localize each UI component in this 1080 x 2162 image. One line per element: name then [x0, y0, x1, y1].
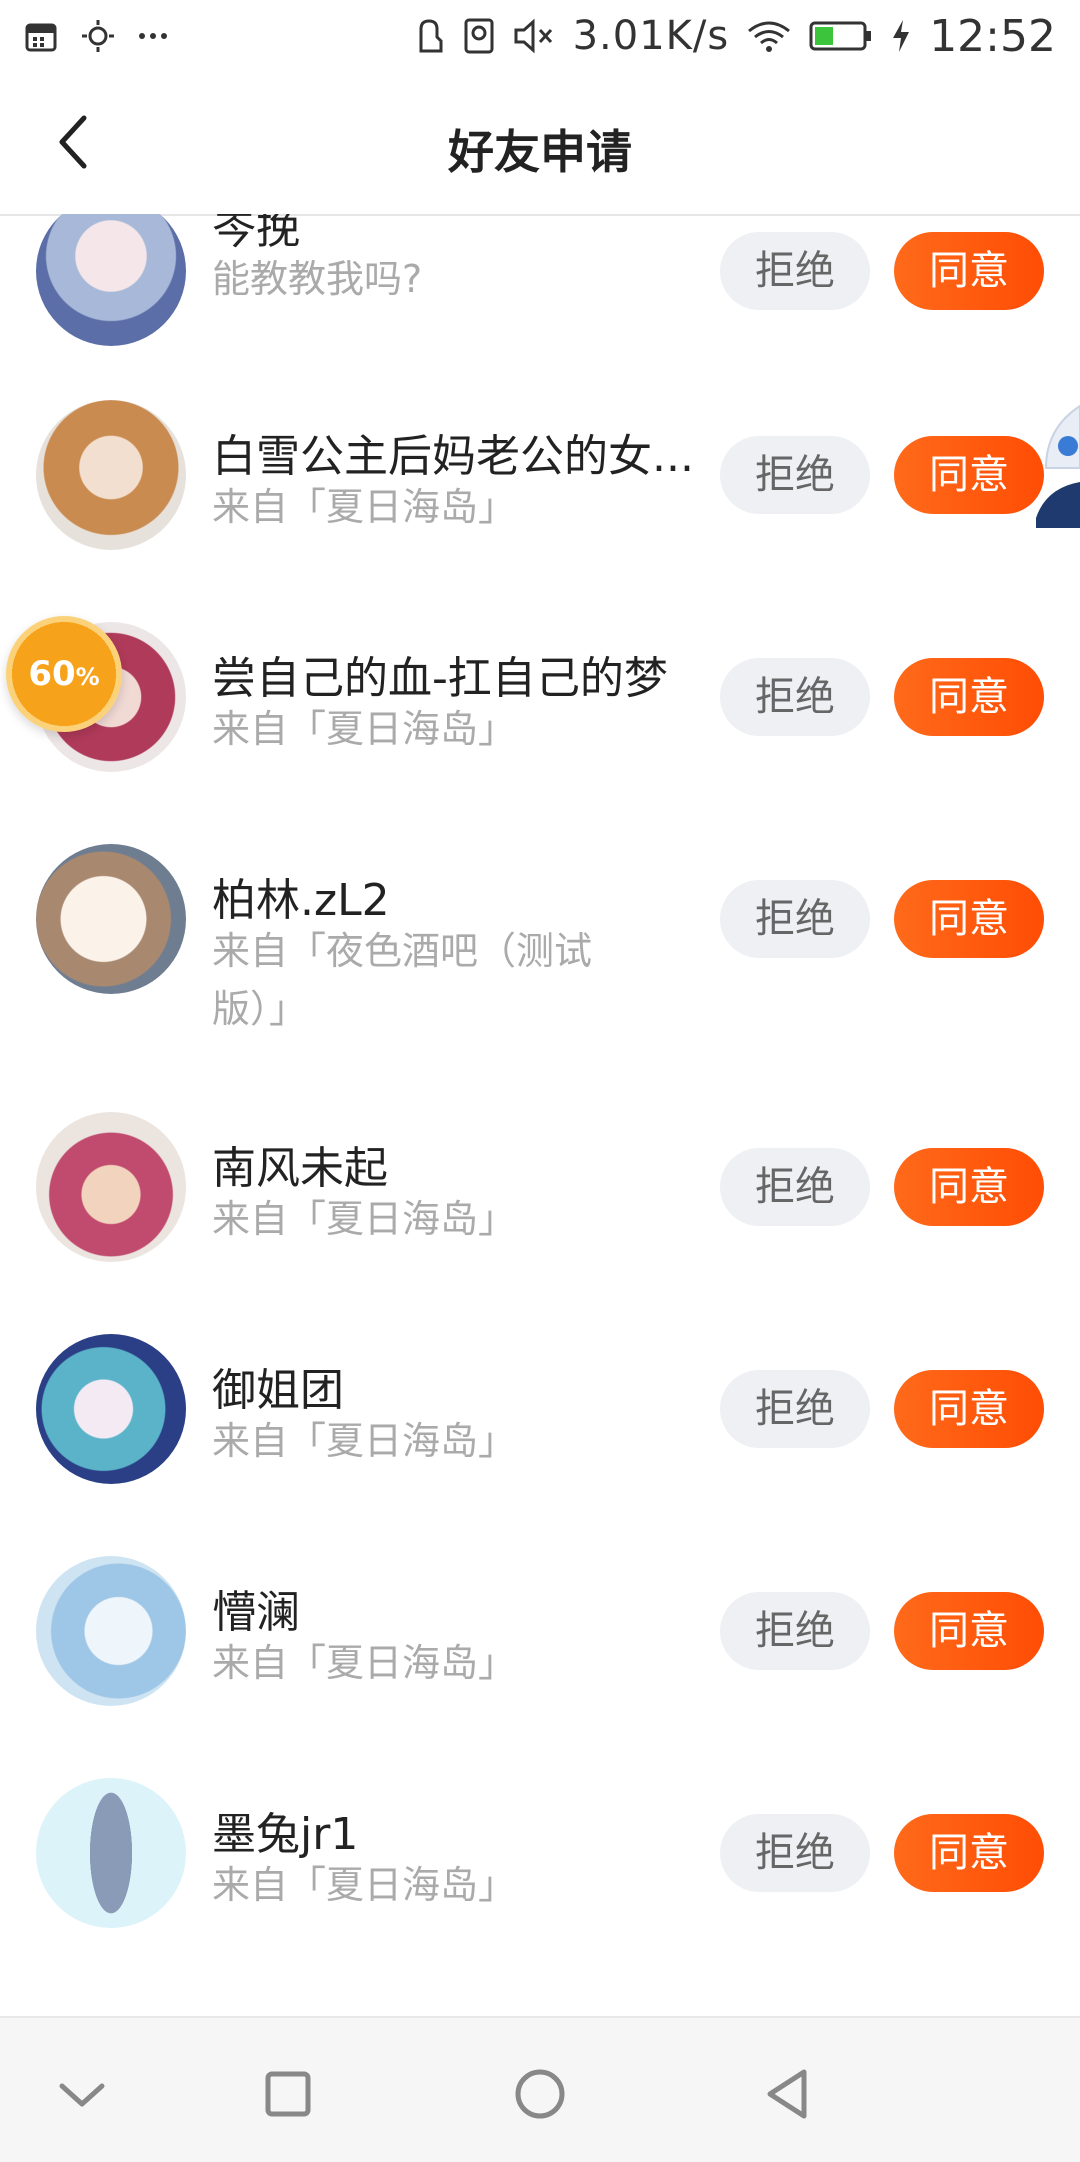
- badge-value: 60: [28, 654, 76, 694]
- avatar[interactable]: [36, 1556, 186, 1706]
- requester-name: 尝自己的血-扛自己的梦: [212, 653, 668, 704]
- reject-button[interactable]: 拒绝: [720, 1370, 870, 1448]
- request-source: 来自「夏日海岛」: [212, 1641, 517, 1685]
- list-item: 御姐团 来自「夏日海岛」 拒绝 同意: [0, 1334, 1080, 1556]
- rocket-icon[interactable]: [1036, 398, 1080, 528]
- reject-button[interactable]: 拒绝: [720, 658, 870, 736]
- request-message: 能教教我吗?: [212, 257, 423, 301]
- page-title: 好友申请: [448, 125, 632, 179]
- mute-icon: [514, 18, 552, 54]
- accept-button[interactable]: 同意: [894, 658, 1044, 736]
- reject-button[interactable]: 拒绝: [720, 1148, 870, 1226]
- request-source: 来自「夏日海岛」: [212, 1863, 517, 1907]
- reject-button[interactable]: 拒绝: [720, 1814, 870, 1892]
- request-source: 来自「夜色酒吧（测试版）」: [212, 929, 593, 1031]
- requester-name: 御姐团: [212, 1365, 344, 1416]
- request-source: 来自「夏日海岛」: [212, 1419, 517, 1463]
- square-icon[interactable]: [258, 2064, 318, 2124]
- requester-name: 懵澜: [212, 1587, 300, 1638]
- calendar-icon: [25, 23, 57, 52]
- status-bar: 3.01K/s 12:52: [0, 0, 1080, 72]
- accept-button[interactable]: 同意: [894, 880, 1044, 958]
- avatar[interactable]: [36, 400, 186, 550]
- floating-progress-badge[interactable]: 60%: [6, 616, 122, 732]
- wifi-icon: [748, 21, 791, 52]
- requester-name: 南风未起: [212, 1143, 388, 1194]
- chevron-down-icon[interactable]: [52, 2064, 112, 2124]
- more-dots-icon: [139, 33, 167, 39]
- badge-unit: %: [75, 663, 100, 691]
- avatar[interactable]: [36, 844, 186, 994]
- request-source: 来自「夏日海岛」: [212, 707, 517, 751]
- accept-button[interactable]: 同意: [894, 232, 1044, 310]
- accept-button[interactable]: 同意: [894, 1148, 1044, 1226]
- friend-request-list[interactable]: 岑挽 能教教我吗? 拒绝 同意 白雪公主后妈老公的女... 来自「夏日海岛」 拒…: [0, 214, 1080, 2016]
- list-item: 墨兔jr1 来自「夏日海岛」 拒绝 同意: [0, 1778, 1080, 2000]
- list-item: 岑挽 能教教我吗? 拒绝 同意: [0, 214, 1080, 400]
- reject-button[interactable]: 拒绝: [720, 1592, 870, 1670]
- network-speed: 3.01K/s: [572, 13, 730, 59]
- accept-button[interactable]: 同意: [894, 436, 1044, 514]
- battery-icon: [809, 21, 872, 51]
- avatar[interactable]: [36, 214, 186, 346]
- list-item: 尝自己的血-扛自己的梦 来自「夏日海岛」 拒绝 同意: [0, 622, 1080, 844]
- badge-icon: [464, 18, 494, 54]
- nfc-icon: [419, 19, 443, 53]
- avatar[interactable]: [36, 1112, 186, 1262]
- charging-icon: [893, 20, 910, 52]
- accept-button[interactable]: 同意: [894, 1370, 1044, 1448]
- reject-button[interactable]: 拒绝: [720, 880, 870, 958]
- list-item: 南风未起 来自「夏日海岛」 拒绝 同意: [0, 1112, 1080, 1334]
- triangle-back-icon[interactable]: [758, 2064, 818, 2124]
- brightness-icon: [82, 20, 114, 52]
- list-item: 懵澜 来自「夏日海岛」 拒绝 同意: [0, 1556, 1080, 1778]
- avatar[interactable]: [36, 1334, 186, 1484]
- avatar[interactable]: [36, 1778, 186, 1928]
- header: 好友申请: [0, 72, 1080, 216]
- reject-button[interactable]: 拒绝: [720, 232, 870, 310]
- status-time: 12:52: [929, 10, 1056, 62]
- request-source: 来自「夏日海岛」: [212, 1197, 517, 1241]
- requester-name: 柏林.zL2: [212, 875, 390, 926]
- reject-button[interactable]: 拒绝: [720, 436, 870, 514]
- list-item: 白雪公主后妈老公的女... 来自「夏日海岛」 拒绝 同意: [0, 400, 1080, 622]
- system-nav-bar: [0, 2016, 1080, 2162]
- requester-name: 白雪公主后妈老公的女...: [212, 431, 694, 482]
- requester-name: 墨兔jr1: [212, 1809, 359, 1860]
- list-item: 柏林.zL2 来自「夜色酒吧（测试版）」 拒绝 同意: [0, 844, 1080, 1112]
- circle-icon[interactable]: [510, 2064, 570, 2124]
- request-source: 来自「夏日海岛」: [212, 485, 517, 529]
- accept-button[interactable]: 同意: [894, 1592, 1044, 1670]
- accept-button[interactable]: 同意: [894, 1814, 1044, 1892]
